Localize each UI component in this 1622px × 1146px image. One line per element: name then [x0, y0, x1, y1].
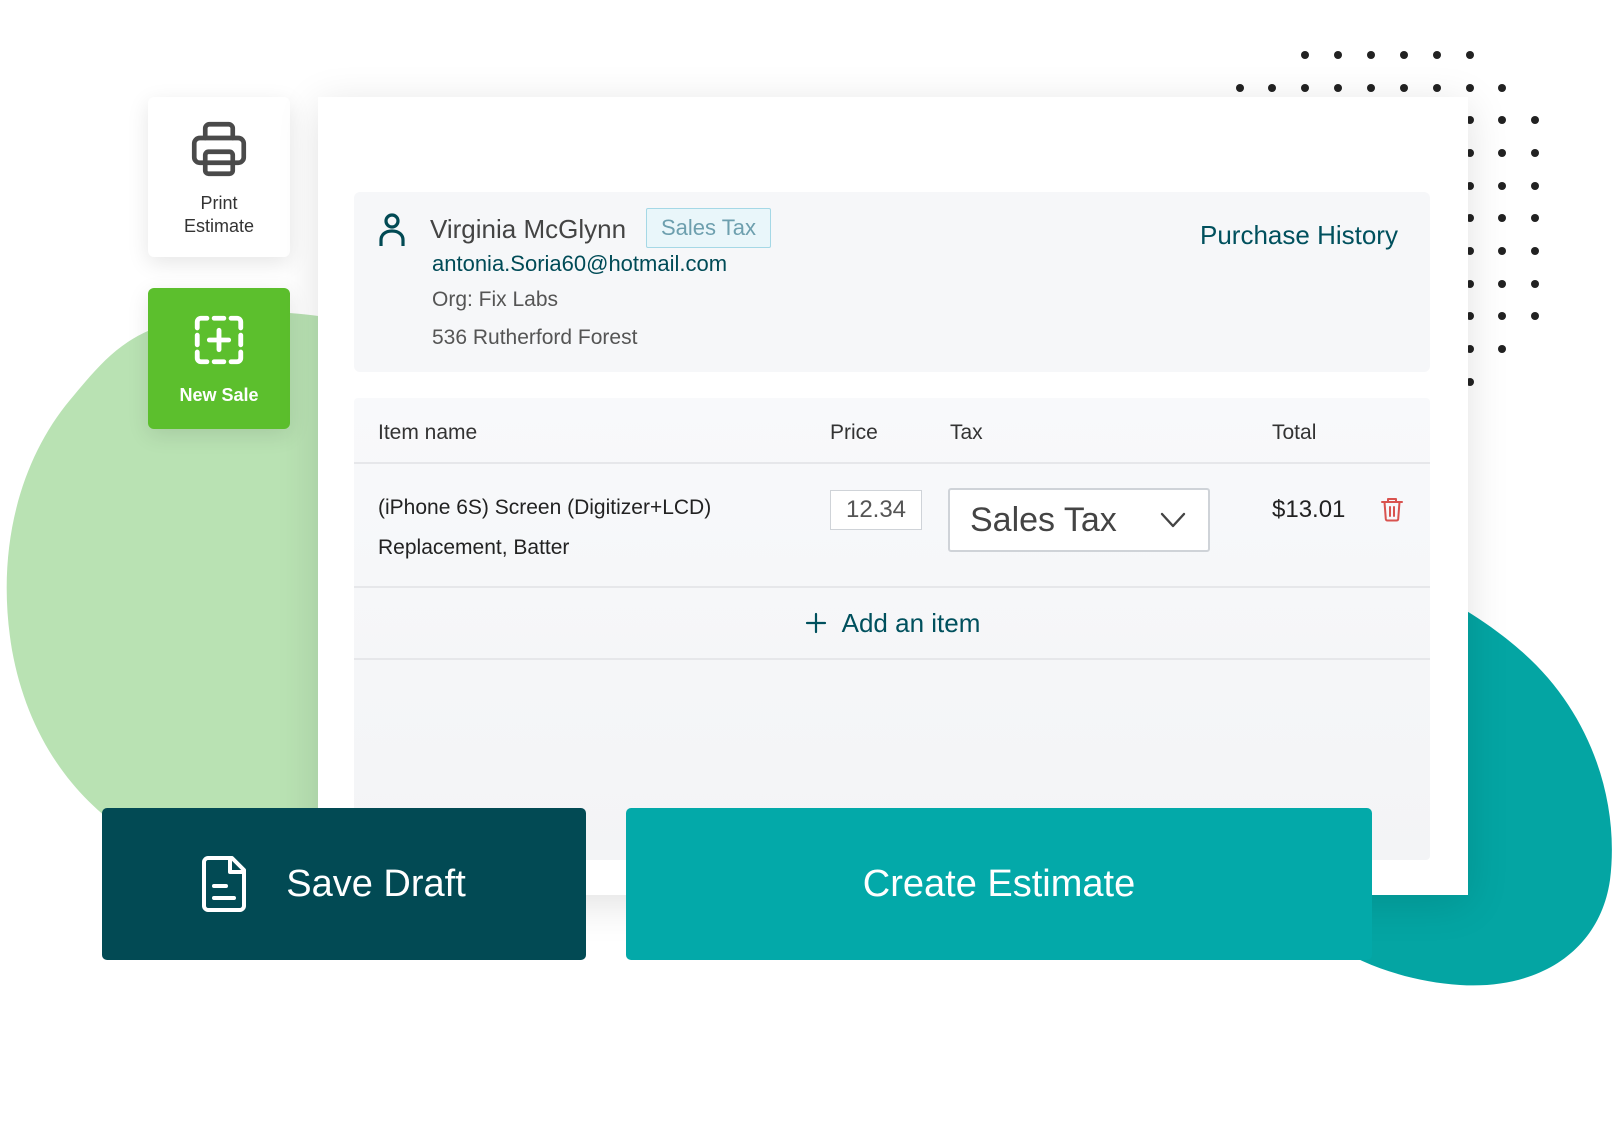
tax-status-badge: Sales Tax — [646, 208, 771, 248]
print-label-line-2: Estimate — [183, 216, 255, 236]
print-estimate-button[interactable]: Print Estimate — [148, 97, 290, 257]
item-name-line-2: Replacement, Batter — [378, 536, 570, 559]
trash-icon[interactable] — [1380, 496, 1404, 522]
create-estimate-button[interactable]: Create Estimate — [626, 808, 1372, 960]
new-sale-label: New Sale — [179, 385, 259, 405]
save-draft-button[interactable]: Save Draft — [102, 808, 586, 960]
tax-select-value: Sales Tax — [970, 500, 1117, 539]
person-icon — [379, 213, 405, 246]
document-icon — [202, 856, 247, 912]
printer-icon — [191, 121, 247, 177]
customer-address: 536 Rutherford Forest — [432, 326, 638, 349]
print-label-line-1: Print — [200, 193, 238, 213]
table-divider — [354, 658, 1430, 660]
row-total: $13.01 — [1272, 496, 1346, 523]
table-divider — [354, 462, 1430, 464]
column-header-total: Total — [1272, 421, 1317, 444]
new-sale-button[interactable]: New Sale — [148, 288, 290, 429]
save-draft-label: Save Draft — [286, 862, 466, 905]
column-header-tax: Tax — [950, 421, 983, 444]
column-header-price: Price — [830, 421, 878, 444]
add-item-button[interactable]: Add an item — [354, 590, 1430, 656]
customer-email[interactable]: antonia.Soria60@hotmail.com — [432, 251, 727, 277]
column-header-item-name: Item name — [378, 421, 478, 444]
customer-org: Org: Fix Labs — [432, 288, 559, 311]
price-input[interactable] — [830, 490, 922, 530]
chevron-down-icon — [1160, 512, 1186, 528]
table-row-item-name: (iPhone 6S) Screen (Digitizer+LCD) Repla… — [378, 488, 778, 568]
purchase-history-link[interactable]: Purchase History — [1200, 220, 1398, 251]
table-divider — [354, 586, 1430, 588]
customer-name: Virginia McGlynn — [430, 214, 627, 244]
add-dashed-square-icon — [194, 315, 244, 365]
add-item-label: Add an item — [841, 607, 981, 638]
item-name-line-1: (iPhone 6S) Screen (Digitizer+LCD) — [378, 496, 712, 519]
tax-select[interactable]: Sales Tax — [948, 488, 1210, 552]
plus-icon — [805, 612, 826, 634]
create-estimate-label: Create Estimate — [862, 862, 1136, 905]
